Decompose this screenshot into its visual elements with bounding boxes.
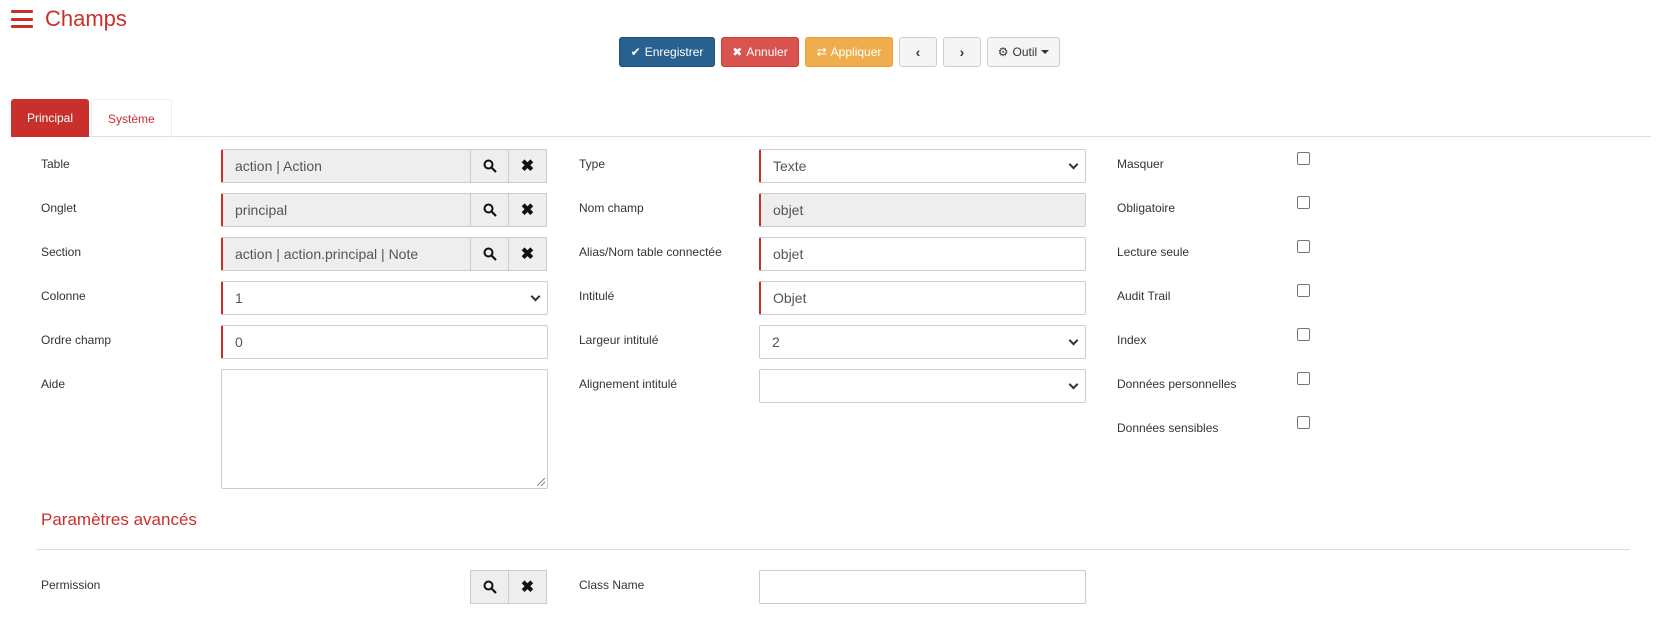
alignement-intitule-label: Alignement intitulé (579, 377, 678, 391)
cancel-button-label: Annuler (746, 45, 788, 59)
onglet-field[interactable]: principal (221, 193, 471, 227)
table-value: action | Action (235, 158, 322, 174)
onglet-label: Onglet (41, 201, 77, 215)
close-icon: ✖ (520, 246, 535, 263)
previous-button[interactable]: ‹ (899, 37, 937, 67)
chevron-down-icon (1068, 379, 1079, 389)
chevron-left-icon: ‹ (915, 44, 921, 60)
masquer-checkbox[interactable] (1297, 152, 1310, 165)
type-value: Texte (773, 158, 807, 174)
table-label: Table (41, 157, 70, 171)
tool-dropdown-button[interactable]: ⚙ Outil (987, 37, 1060, 67)
nom-champ-value: objet (773, 202, 804, 218)
alias-label: Alias/Nom table connectée (579, 245, 722, 259)
index-checkbox[interactable] (1297, 328, 1310, 341)
chevron-right-icon: › (959, 44, 965, 60)
table-clear-button[interactable]: ✖ (508, 149, 547, 183)
tab-bar: Principal Système (11, 99, 1651, 137)
permission-label: Permission (41, 578, 101, 592)
search-icon (483, 159, 497, 173)
alignement-intitule-select[interactable] (759, 369, 1086, 403)
donnees-personnelles-label: Données personnelles (1117, 377, 1237, 391)
page-header: Champs (11, 4, 127, 34)
audit-trail-label: Audit Trail (1117, 289, 1171, 303)
tab-principal[interactable]: Principal (11, 99, 90, 137)
donnees-personnelles-checkbox[interactable] (1297, 372, 1310, 385)
check-icon: ✔ (630, 45, 641, 59)
cancel-button[interactable]: ✖ Annuler (721, 37, 799, 67)
search-icon (483, 580, 497, 594)
colonne-label: Colonne (41, 289, 86, 303)
onglet-value: principal (235, 202, 288, 218)
save-button[interactable]: ✔ Enregistrer (619, 37, 715, 67)
nom-champ-input[interactable]: objet (759, 193, 1086, 227)
donnees-sensibles-checkbox[interactable] (1297, 416, 1310, 429)
section-label: Section (41, 245, 82, 259)
type-select[interactable]: Texte (759, 149, 1086, 183)
largeur-intitule-select[interactable]: 2 (759, 325, 1086, 359)
search-icon (483, 247, 497, 261)
advanced-section-title: Paramètres avancés (41, 510, 197, 529)
table-field[interactable]: action | Action (221, 149, 471, 183)
apply-icon: ⇄ (816, 45, 827, 59)
index-label: Index (1117, 333, 1147, 347)
permission-search-button[interactable] (470, 570, 509, 604)
resize-handle-icon[interactable] (537, 478, 545, 486)
section-field[interactable]: action | action.principal | Note (221, 237, 471, 271)
section-divider (36, 549, 1630, 550)
ordre-champ-label: Ordre champ (41, 333, 112, 347)
section-search-button[interactable] (470, 237, 509, 271)
obligatoire-checkbox[interactable] (1297, 196, 1310, 209)
gear-icon: ⚙ (997, 45, 1009, 59)
obligatoire-label: Obligatoire (1117, 201, 1176, 215)
onglet-search-button[interactable] (470, 193, 509, 227)
lecture-seule-label: Lecture seule (1117, 245, 1190, 259)
save-button-label: Enregistrer (644, 45, 704, 59)
onglet-clear-button[interactable]: ✖ (508, 193, 547, 227)
colonne-value: 1 (235, 290, 243, 306)
intitule-input[interactable]: Objet (759, 281, 1086, 315)
tool-button-label: Outil (1012, 45, 1038, 59)
apply-button[interactable]: ⇄ Appliquer (805, 37, 893, 67)
close-icon: ✖ (732, 45, 743, 59)
largeur-intitule-value: 2 (772, 334, 780, 350)
toolbar: ✔ Enregistrer ✖ Annuler ⇄ Appliquer ‹ › … (619, 37, 1066, 67)
aide-label: Aide (41, 377, 66, 391)
chevron-down-icon (1068, 335, 1079, 345)
ordre-champ-value: 0 (235, 334, 243, 350)
tab-systeme[interactable]: Système (91, 99, 172, 137)
next-button[interactable]: › (943, 37, 981, 67)
section-value: action | action.principal | Note (235, 246, 419, 262)
close-icon: ✖ (520, 158, 535, 175)
close-icon: ✖ (520, 202, 535, 219)
aide-textarea[interactable] (221, 369, 548, 489)
chevron-down-icon (1068, 159, 1079, 169)
apply-button-label: Appliquer (830, 45, 882, 59)
ordre-champ-input[interactable]: 0 (221, 325, 548, 359)
hamburger-icon[interactable] (11, 10, 33, 28)
intitule-label: Intitulé (579, 289, 615, 303)
nom-champ-label: Nom champ (579, 201, 644, 215)
masquer-label: Masquer (1117, 157, 1164, 171)
table-search-button[interactable] (470, 149, 509, 183)
class-name-label: Class Name (579, 578, 645, 592)
chevron-down-icon (530, 291, 541, 301)
lecture-seule-checkbox[interactable] (1297, 240, 1310, 253)
largeur-intitule-label: Largeur intitulé (579, 333, 659, 347)
colonne-select[interactable]: 1 (221, 281, 548, 315)
section-clear-button[interactable]: ✖ (508, 237, 547, 271)
alias-input[interactable]: objet (759, 237, 1086, 271)
audit-trail-checkbox[interactable] (1297, 284, 1310, 297)
intitule-value: Objet (773, 290, 807, 306)
permission-clear-button[interactable]: ✖ (508, 570, 547, 604)
close-icon: ✖ (520, 579, 535, 596)
class-name-input[interactable] (759, 570, 1086, 604)
donnees-sensibles-label: Données sensibles (1117, 421, 1219, 435)
alias-value: objet (773, 246, 804, 262)
page-title: Champs (45, 6, 127, 31)
caret-down-icon (1041, 50, 1050, 54)
search-icon (483, 203, 497, 217)
type-label: Type (579, 157, 606, 171)
